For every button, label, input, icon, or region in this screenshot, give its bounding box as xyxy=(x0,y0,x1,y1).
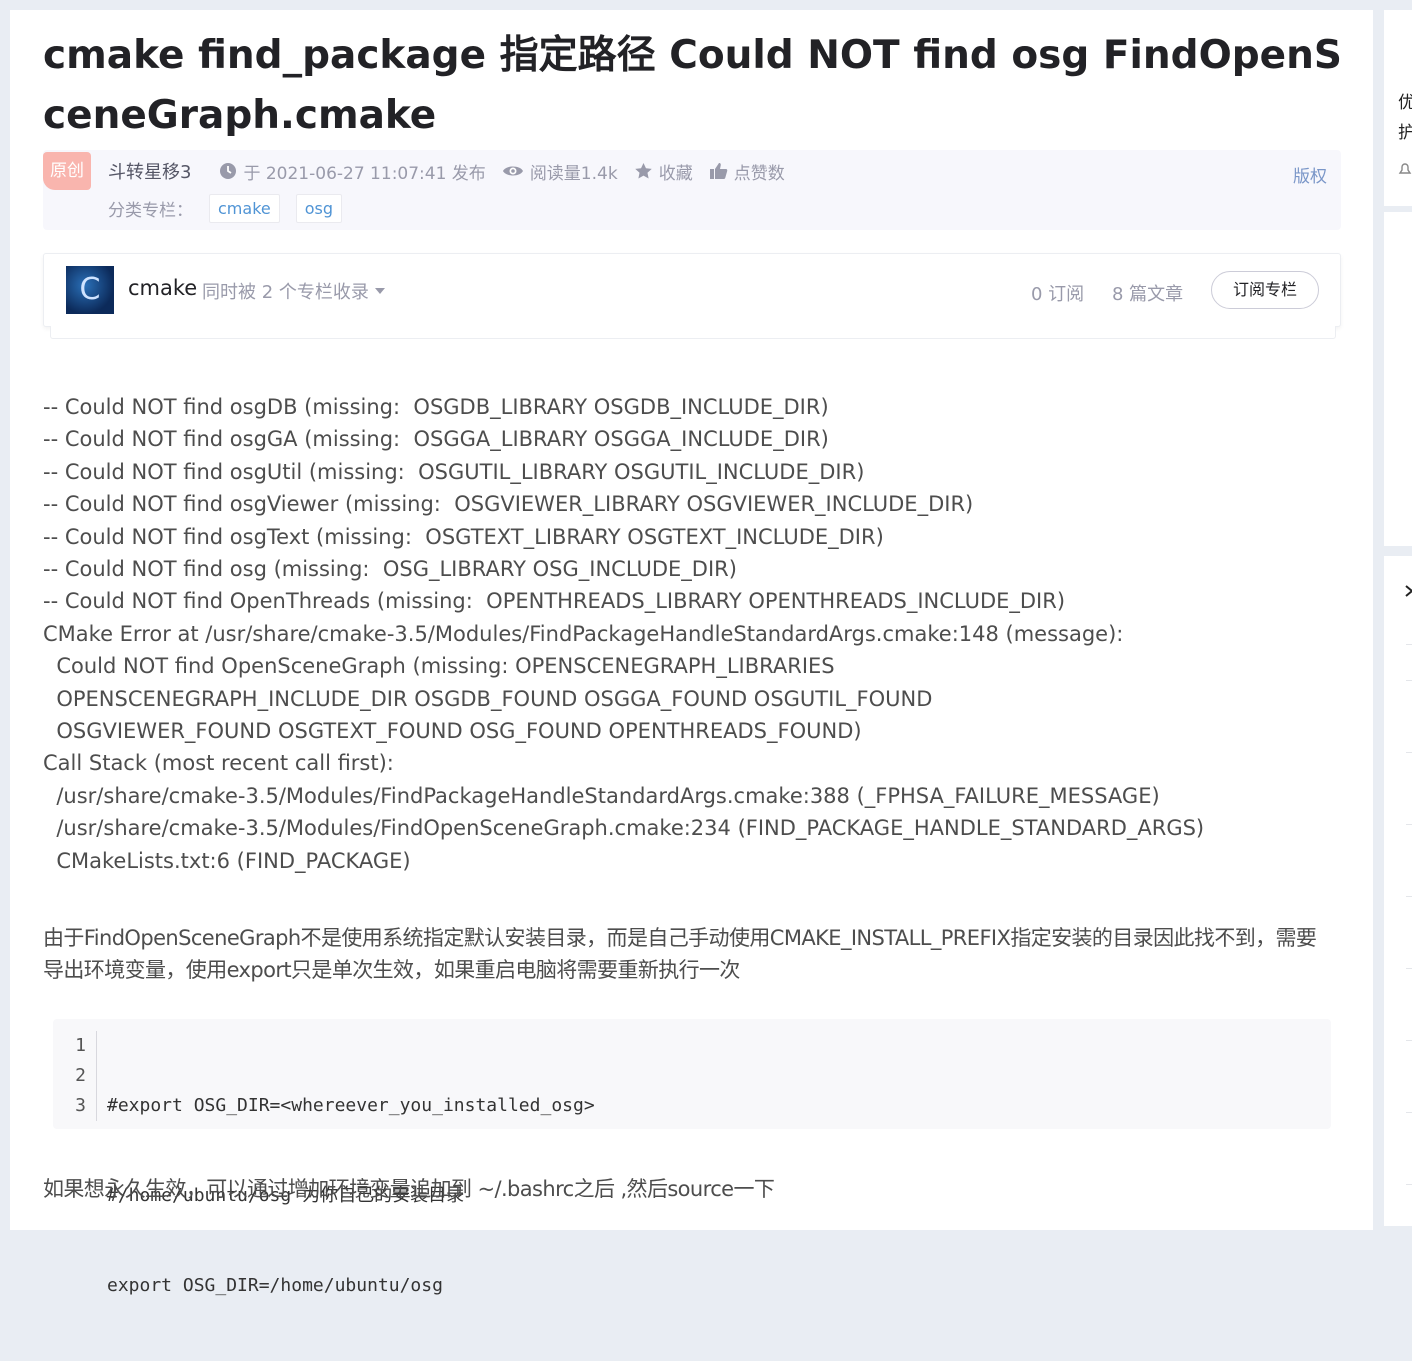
arrow-icon xyxy=(1405,585,1412,597)
category-row: 分类专栏： cmake osg xyxy=(108,194,343,223)
error-log: -- Could NOT find osgDB (missing: OSGDB_… xyxy=(43,391,1343,877)
log-line: -- Could NOT find osgText (missing: OSGT… xyxy=(43,524,884,549)
original-badge: 原创 xyxy=(43,152,91,190)
article-title: cmake find_package 指定路径 Could NOT find o… xyxy=(43,33,1342,138)
column-card-shadow xyxy=(50,326,1336,339)
copyright-link[interactable]: 版权 xyxy=(1293,162,1327,187)
article-panel: cmake find_package 指定路径 Could NOT find o… xyxy=(10,10,1373,1296)
column-article-count: 8 篇文章 xyxy=(1112,284,1184,305)
sidebar-text: 优 xyxy=(1398,93,1412,113)
log-line: CMake Error at /usr/share/cmake-3.5/Modu… xyxy=(43,621,1124,646)
column-subscriber-count: 0 订阅 xyxy=(1031,284,1085,305)
log-line: CMakeLists.txt:6 (FIND_PACKAGE) xyxy=(43,848,411,873)
category-label: 分类专栏： xyxy=(108,201,193,221)
clock-icon xyxy=(220,163,237,179)
log-line: /usr/share/cmake-3.5/Modules/FindOpenSce… xyxy=(43,816,1205,841)
publish-date: 于 2021-06-27 11:07:41 发布 xyxy=(243,163,486,184)
log-line: -- Could NOT find osg (missing: OSG_LIBR… xyxy=(43,557,737,582)
log-line: Could NOT find OpenSceneGraph (missing: … xyxy=(43,654,835,679)
divider xyxy=(1406,896,1412,897)
log-line: OSGVIEWER_FOUND OSGTEXT_FOUND OSG_FOUND … xyxy=(43,719,862,744)
caret-down-icon xyxy=(374,288,385,294)
divider xyxy=(1406,752,1412,753)
log-line: -- Could NOT find osgViewer (missing: OS… xyxy=(43,492,974,517)
line-number: 2 xyxy=(75,1065,86,1086)
star-icon xyxy=(634,162,652,179)
explanation-paragraph: 由于FindOpenSceneGraph不是使用系统指定默认安装目录，而是自己手… xyxy=(43,926,1317,982)
log-line: -- Could NOT find OpenThreads (missing: … xyxy=(43,589,1066,614)
divider xyxy=(1406,1184,1412,1185)
tag-cmake[interactable]: cmake xyxy=(209,194,280,223)
author-link[interactable]: 斗转星移3 xyxy=(108,158,191,184)
code-line: export OSG_DIR=/home/ubuntu/osg xyxy=(107,1275,443,1296)
sidebar-text: 护 xyxy=(1398,123,1412,143)
code-block: 1 2 3 #export OSG_DIR=<whereever_you_ins… xyxy=(53,1019,1331,1296)
meta-row: 斗转星移3 于 2021-06-27 11:07:41 发布 阅读量1.4k 收… xyxy=(108,158,801,184)
thumbs-up-icon xyxy=(709,163,727,179)
divider xyxy=(1406,1040,1412,1041)
log-line: -- Could NOT find osgUtil (missing: OSGU… xyxy=(43,459,865,484)
subscribe-column-button[interactable]: 订阅专栏 xyxy=(1211,271,1319,309)
collect-button[interactable]: 收藏 xyxy=(634,159,693,184)
sidebar-bottom-card xyxy=(1384,556,1412,1226)
column-also-included[interactable]: 同时被 2 个专栏收录 xyxy=(202,278,385,304)
log-line: /usr/share/cmake-3.5/Modules/FindPackage… xyxy=(43,783,1160,808)
log-line: Call Stack (most recent call first): xyxy=(43,751,394,776)
line-number: 1 xyxy=(75,1035,86,1056)
article-meta: 原创 斗转星移3 于 2021-06-27 11:07:41 发布 阅读量1.4… xyxy=(43,150,1341,230)
eye-icon xyxy=(502,166,523,176)
read-count-label: 阅读量1.4k xyxy=(529,163,618,184)
collect-label: 收藏 xyxy=(658,163,693,184)
column-name[interactable]: cmake xyxy=(128,276,197,300)
read-count: 阅读量1.4k xyxy=(502,159,618,184)
line-number: 3 xyxy=(75,1095,86,1116)
column-thumbnail[interactable]: C xyxy=(66,266,114,314)
divider xyxy=(1406,680,1412,681)
like-label: 点赞数 xyxy=(733,163,785,184)
divider xyxy=(1406,1112,1412,1113)
footer-paragraph: 如果想永久生效，可以通过增加环境变量追加到 ~/.bashrc之后 ,然后sou… xyxy=(43,1177,775,1201)
log-line: OPENSCENEGRAPH_INCLUDE_DIR OSGDB_FOUND O… xyxy=(43,686,933,711)
bell-icon xyxy=(1398,163,1412,174)
column-also-label: 同时被 2 个专栏收录 xyxy=(202,282,369,303)
sidebar-middle-card xyxy=(1384,212,1412,546)
tag-osg[interactable]: osg xyxy=(295,194,343,223)
divider xyxy=(1406,968,1412,969)
log-line: -- Could NOT find osgDB (missing: OSGDB_… xyxy=(43,395,829,419)
code-line-numbers: 1 2 3 xyxy=(53,1031,97,1121)
like-button[interactable]: 点赞数 xyxy=(709,159,785,184)
log-line: -- Could NOT find osgGA (missing: OSGGA_… xyxy=(43,427,829,452)
divider xyxy=(1406,644,1412,645)
publish-info: 于 2021-06-27 11:07:41 发布 xyxy=(219,159,486,184)
sidebar-top-card: 优 护 xyxy=(1384,10,1412,206)
column-card: C cmake 同时被 2 个专栏收录 0 订阅 8 篇文章 订阅专栏 xyxy=(43,253,1341,327)
divider xyxy=(1406,824,1412,825)
code-line: #export OSG_DIR=<whereever_you_installed… xyxy=(107,1095,595,1116)
